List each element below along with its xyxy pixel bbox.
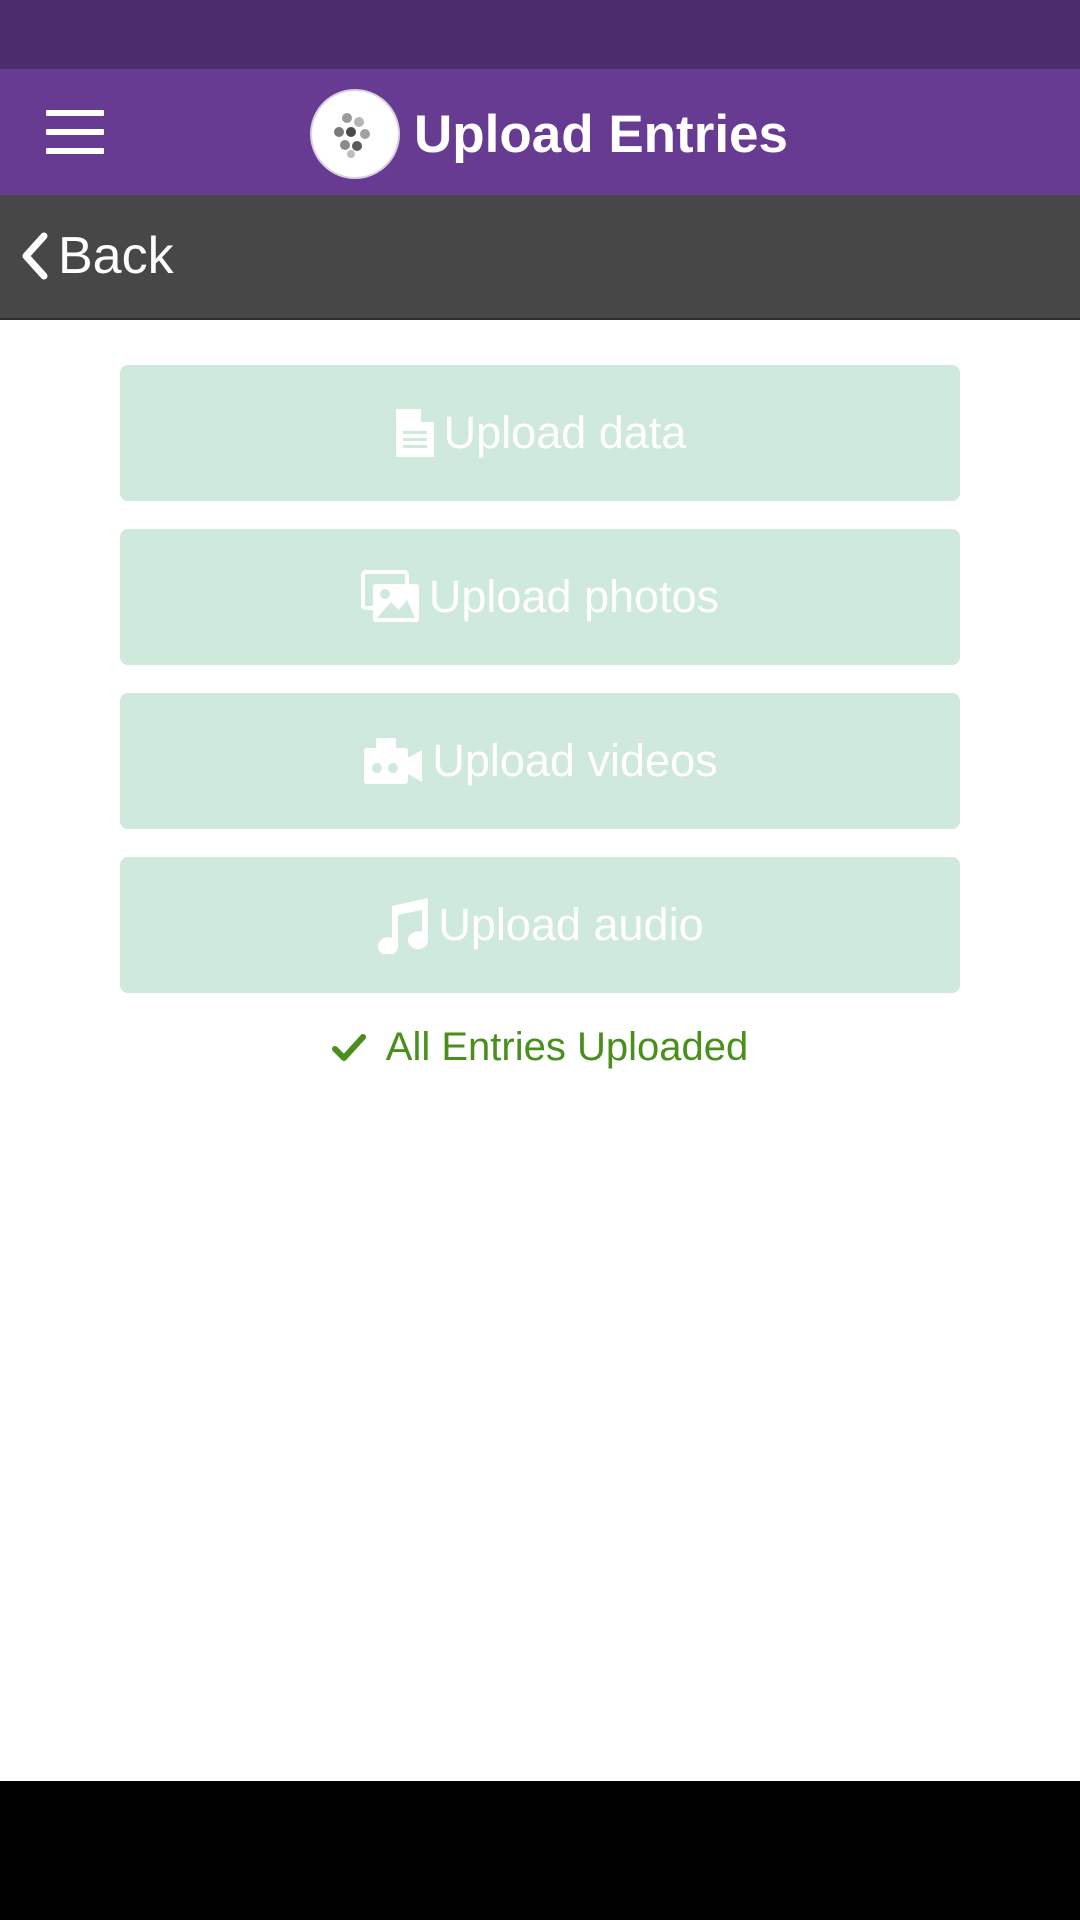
chevron-left-icon	[22, 232, 48, 280]
menu-button[interactable]	[28, 89, 122, 175]
upload-audio-label: Upload audio	[438, 899, 704, 950]
upload-photos-label: Upload photos	[428, 571, 720, 622]
file-icon	[394, 407, 436, 459]
app-logo	[310, 89, 400, 179]
title-group: Upload Entries	[310, 88, 788, 180]
upload-videos-button[interactable]: Upload videos	[120, 693, 960, 829]
upload-data-button[interactable]: Upload data	[120, 365, 960, 501]
screen: Upload Entries Back Upload data Upload p…	[0, 0, 1080, 1920]
back-button[interactable]: Back	[20, 221, 174, 291]
upload-audio-button[interactable]: Upload audio	[120, 857, 960, 993]
hamburger-menu-icon	[46, 110, 104, 116]
photos-icon	[360, 570, 421, 624]
video-camera-icon	[362, 736, 424, 786]
dots-logo-icon	[334, 113, 370, 158]
hamburger-menu-icon-line	[46, 129, 104, 135]
upload-data-label: Upload data	[443, 407, 687, 458]
status-bar	[0, 0, 1080, 69]
page-title: Upload Entries	[414, 104, 789, 164]
music-note-icon	[376, 896, 430, 954]
upload-photos-button[interactable]: Upload photos	[120, 529, 960, 665]
system-navigation-bar	[0, 1781, 1080, 1920]
upload-videos-label: Upload videos	[432, 735, 718, 786]
nav-bar: Back	[0, 195, 1080, 320]
hamburger-menu-icon-line	[46, 148, 104, 154]
check-icon	[331, 1033, 366, 1063]
status-text: All Entries Uploaded	[385, 1025, 749, 1069]
app-bar: Upload Entries	[0, 69, 1080, 195]
upload-status: All Entries Uploaded	[0, 1025, 1080, 1070]
back-label: Back	[58, 227, 174, 285]
